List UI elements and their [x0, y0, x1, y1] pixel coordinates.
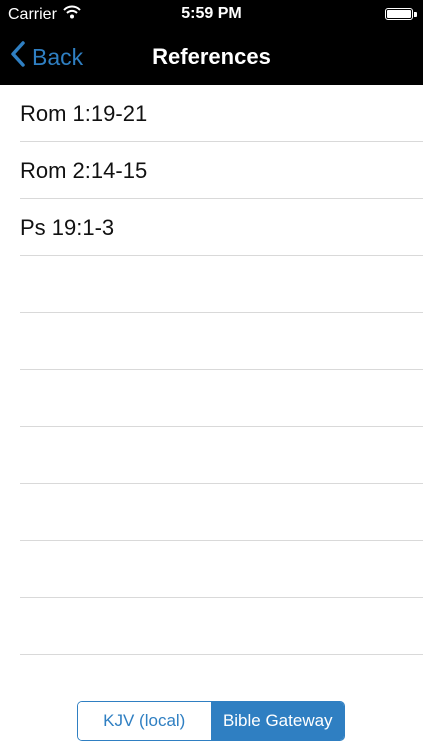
segment-bible-gateway[interactable]: Bible Gateway: [211, 702, 344, 740]
page-title: References: [152, 44, 271, 69]
status-time: 5:59 PM: [181, 5, 242, 22]
list-item[interactable]: Rom 2:14-15: [20, 142, 423, 199]
empty-list-item: [20, 427, 423, 484]
empty-list-item: [20, 598, 423, 655]
empty-list-item: [20, 256, 423, 313]
empty-list-item: [20, 484, 423, 541]
battery-icon: [385, 8, 417, 20]
empty-list-item: [20, 541, 423, 598]
list-item-label: Ps 19:1-3: [20, 215, 115, 240]
empty-list-item: [20, 370, 423, 427]
segment-kjv-local[interactable]: KJV (local): [78, 702, 212, 740]
list-item[interactable]: Rom 1:19-21: [20, 85, 423, 142]
navigation-bar: Back References: [0, 30, 423, 85]
empty-list-item: [20, 313, 423, 370]
list-item-label: Rom 1:19-21: [20, 101, 148, 126]
references-list: Rom 1:19-21 Rom 2:14-15 Ps 19:1-3: [0, 85, 423, 655]
list-item-label: Rom 2:14-15: [20, 158, 148, 183]
status-bar: Carrier 5:59 PM: [0, 0, 423, 30]
list-item[interactable]: Ps 19:1-3: [20, 199, 423, 256]
translation-segmented-control: KJV (local) Bible Gateway: [77, 701, 345, 741]
